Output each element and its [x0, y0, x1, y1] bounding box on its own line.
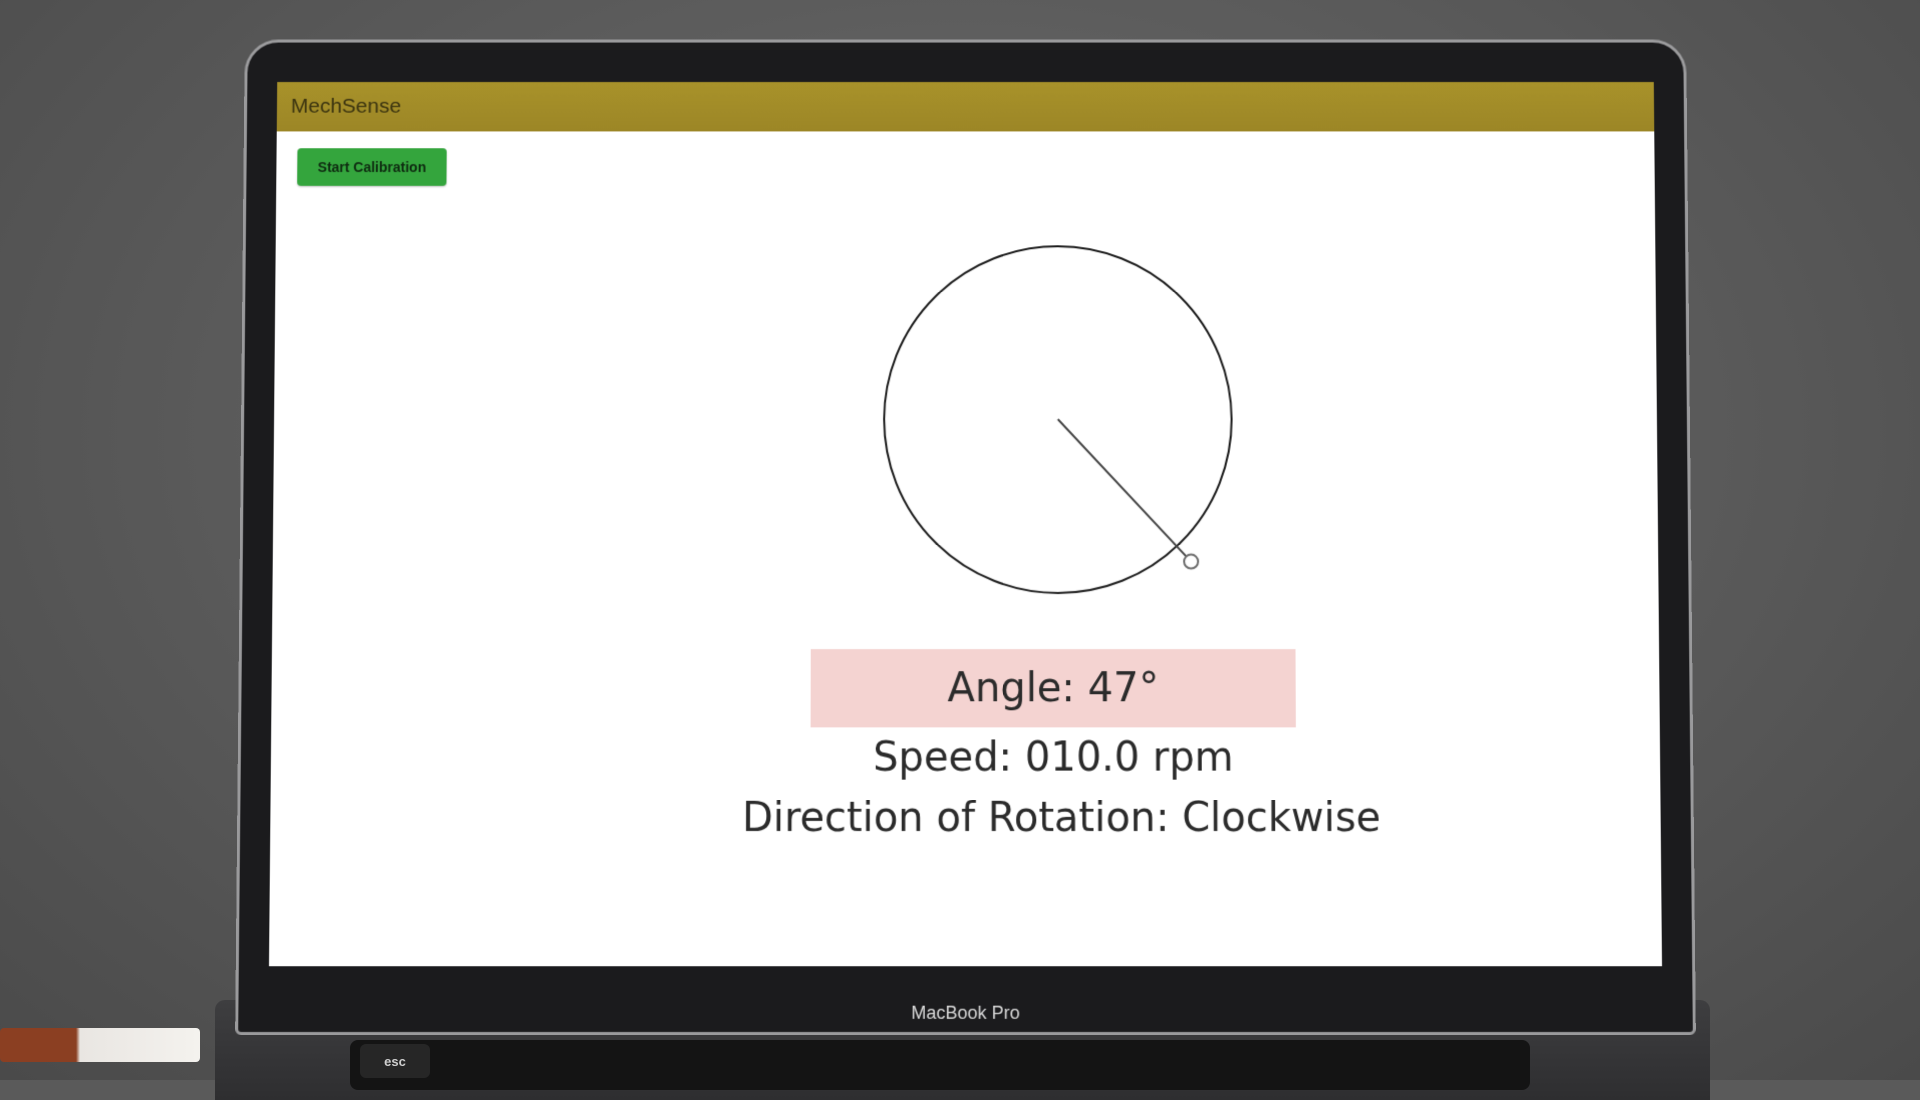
- gauge-needle: [1058, 419, 1191, 561]
- app-screen: MechSense Start Calibration Angle: 47° S…: [268, 82, 1663, 967]
- angle-readout: Angle: 47°: [947, 665, 1159, 712]
- gauge-handle[interactable]: [1182, 553, 1199, 570]
- speed-readout: Speed: 010.0 rpm: [872, 734, 1234, 781]
- angle-readout-box: Angle: 47°: [810, 649, 1296, 728]
- laptop-lid: MechSense Start Calibration Angle: 47° S…: [235, 39, 1696, 1036]
- app-title: MechSense: [290, 94, 402, 118]
- readout-panel: Angle: 47° Speed: 010.0 rpm Direction of…: [742, 649, 1381, 848]
- angle-gauge: [868, 230, 1248, 609]
- start-calibration-button[interactable]: Start Calibration: [297, 148, 447, 186]
- device-label: MacBook Pro: [911, 1002, 1020, 1023]
- keyboard-row: [350, 1040, 1530, 1090]
- direction-readout: Direction of Rotation: Clockwise: [742, 794, 1381, 842]
- usb-cable: [0, 1028, 200, 1062]
- esc-key[interactable]: esc: [360, 1044, 430, 1078]
- app-bar: MechSense: [276, 82, 1655, 132]
